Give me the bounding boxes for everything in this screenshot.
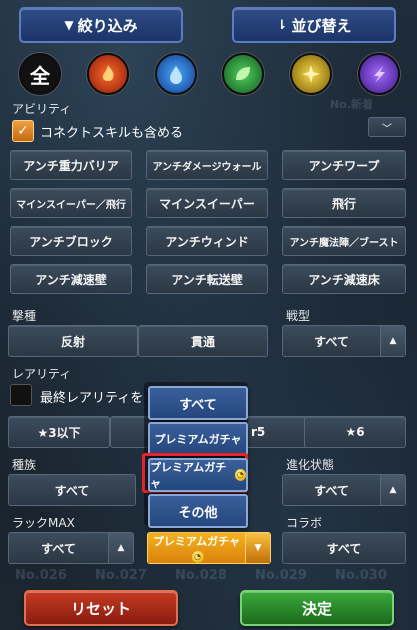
final-rarity-checkbox[interactable] [10,384,32,406]
flame-icon [102,65,114,81]
final-rarity-label: 最終レアリティを [40,391,144,406]
ability-option[interactable]: アンチ重力バリア [10,150,132,180]
evolution-label: 進化状態 [286,458,335,472]
bg-sort-label: No.新着 [330,98,373,111]
ability-option[interactable]: アンチダメージウォール [146,150,268,180]
luck-max-value: すべて [41,541,76,556]
filter-label: 絞り込み [77,16,138,35]
ability-option[interactable]: 飛行 [282,188,406,218]
chevron-down-icon: ▼ [245,533,270,563]
attack-type-label: 撃種 [12,309,37,323]
filter-button[interactable]: ▼ 絞り込み [19,7,183,43]
collab-label: コラボ [286,516,323,530]
gacha-value: プレミアムガチャ [152,535,241,548]
dropdown-option[interactable]: すべて [148,386,248,420]
coin-icon: ◔ [234,469,246,481]
collab-select[interactable]: すべて [282,532,406,564]
chevron-up-icon: ▲ [380,326,405,356]
element-dark-icon[interactable] [358,53,400,95]
collab-value: すべて [326,541,362,556]
gacha-select-value: プレミアムガチャ ◔ [148,533,245,563]
bg-number: No.028 [175,568,227,583]
battle-type-select[interactable]: すべて ▲ [282,325,406,357]
rarity-label: レアリティ [12,367,72,381]
luck-max-select[interactable]: すべて ▲ [8,532,134,564]
leaf-icon [236,67,250,81]
ability-option[interactable]: アンチ減速壁 [10,264,132,294]
evolution-select[interactable]: すべて ▲ [282,474,406,506]
chevron-down-icon: ﹀ [382,123,392,135]
ability-option[interactable]: アンチウィンド [146,226,268,256]
evolution-value: すべて [314,483,349,498]
chevron-up-icon: ▲ [380,475,405,505]
coin-icon: ◔ [191,551,204,563]
element-light-icon[interactable] [290,53,332,95]
bg-number: No.027 [95,568,147,583]
checkmark-icon: ✓ [17,123,29,139]
sort-button[interactable]: ⇂ 並び替え [232,7,396,43]
attack-type-option[interactable]: 貫通 [138,325,268,357]
dropdown-option[interactable]: その他 [148,494,248,528]
rarity-option[interactable]: ★3以下 [8,416,110,448]
ability-option[interactable]: アンチ転送壁 [146,264,268,294]
dropdown-option[interactable]: プレミアムガチャ [148,422,248,456]
battle-type-value: すべて [314,334,349,349]
sort-label: 並び替え [291,16,352,35]
ability-option[interactable]: マインスイーパー／飛行 [10,188,132,218]
element-water-icon[interactable] [155,53,197,95]
rarity-option[interactable]: ★6 [304,416,406,448]
gacha-select[interactable]: プレミアムガチャ ◔ ▼ [147,532,271,564]
ability-option[interactable]: アンチブロック [10,226,132,256]
dark-bolt-icon [374,66,385,83]
race-select[interactable]: すべて [8,474,136,506]
dropdown-option-label: プレミアムガチャ [150,461,227,490]
confirm-button[interactable]: 決定 [240,590,394,626]
element-all-glyph: 全 [30,63,50,88]
star-icon [302,65,320,83]
bg-number: No.030 [335,568,387,583]
element-wood-icon[interactable] [222,53,264,95]
chevron-up-icon: ▲ [108,533,133,563]
dropdown-option-selected[interactable]: プレミアムガチャ ◔ [148,458,248,492]
rarity-option[interactable]: r5 [246,416,308,448]
ability-section-label: アビリティ [12,102,72,116]
element-all-icon[interactable]: 全 [19,53,61,95]
element-fire-icon[interactable] [87,53,129,95]
race-value: すべて [54,483,90,498]
race-label: 種族 [12,458,37,472]
ability-option[interactable]: アンチ魔法陣／ブースト [282,226,406,256]
luck-max-label: ラックMAX [12,516,75,530]
reset-button[interactable]: リセット [24,590,178,626]
sort-icon: ⇂ [276,17,288,33]
connect-skill-checkbox[interactable]: ✓ [12,120,34,142]
attack-type-option[interactable]: 反射 [8,325,138,357]
bg-number: No.029 [255,568,307,583]
funnel-icon: ▼ [64,18,74,32]
ability-collapse-button[interactable]: ﹀ [368,117,406,137]
bg-number: No.026 [15,568,67,583]
ability-option[interactable]: マインスイーパー [146,188,268,218]
ability-option[interactable]: アンチワープ [282,150,406,180]
battle-type-label: 戦型 [286,309,311,323]
connect-skill-label: コネクトスキルも含める [40,126,184,141]
ability-option[interactable]: アンチ減速床 [282,264,406,294]
drop-icon [170,66,182,84]
